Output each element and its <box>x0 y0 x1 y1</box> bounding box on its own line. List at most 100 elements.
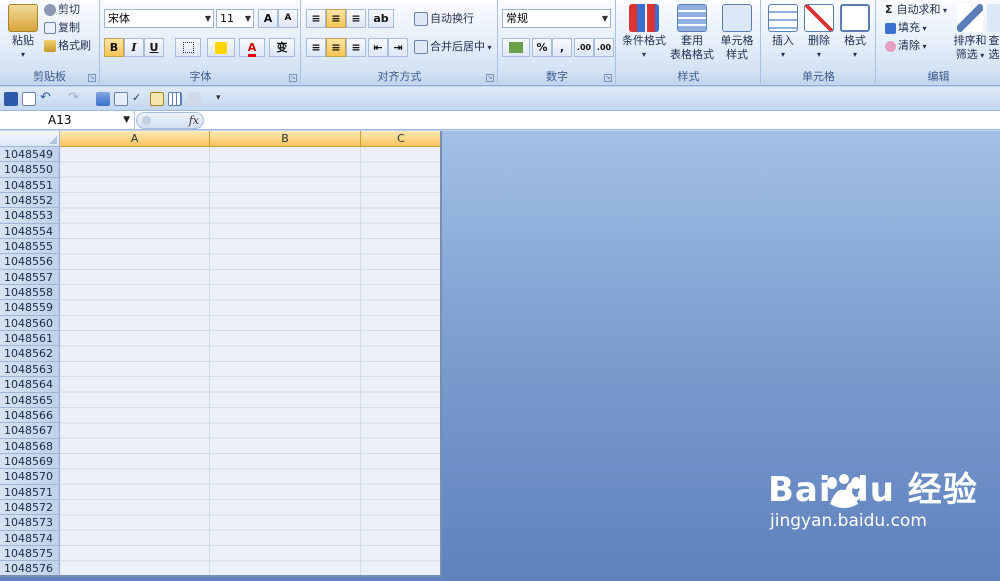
row-header[interactable]: 1048573 <box>0 515 60 531</box>
row-header[interactable]: 1048561 <box>0 331 60 347</box>
shrink-font-button[interactable]: A <box>278 9 298 28</box>
orientation-button[interactable]: ab <box>368 9 394 28</box>
font-size-select[interactable]: 11 ▼ <box>216 9 254 28</box>
row-header[interactable]: 1048575 <box>0 545 60 562</box>
accounting-button[interactable] <box>502 38 530 57</box>
row-header[interactable]: 1048563 <box>0 361 60 378</box>
save-icon[interactable] <box>4 92 18 106</box>
print-icon[interactable] <box>114 92 128 106</box>
clear-button[interactable]: 清除 ▾ <box>885 37 927 55</box>
row-header[interactable]: 1048570 <box>0 469 60 485</box>
align-bottom-button[interactable]: ≡ <box>346 9 366 28</box>
format-as-table-button[interactable]: 套用 表格格式 <box>669 4 715 62</box>
column-header-a[interactable]: A <box>60 131 210 147</box>
clipboard-launcher-icon[interactable]: ↘ <box>88 74 96 82</box>
redo-icon[interactable]: ↷ <box>68 91 86 106</box>
row-header[interactable]: 1048574 <box>0 530 60 546</box>
row-header[interactable]: 1048565 <box>0 392 60 408</box>
cell-styles-button[interactable]: 单元格 样式 <box>715 4 759 62</box>
formula-input[interactable] <box>206 111 1000 130</box>
align-center-button[interactable]: ≡ <box>326 38 346 57</box>
number-format-select[interactable]: 常规 ▼ <box>502 9 611 28</box>
format-cells-button[interactable]: 格式 ▾ <box>838 4 872 62</box>
row-header[interactable]: 1048551 <box>0 177 60 194</box>
font-launcher-icon[interactable]: ↘ <box>289 74 297 82</box>
autosum-button[interactable]: Σ 自动求和 ▾ <box>885 1 947 19</box>
row-header[interactable]: 1048564 <box>0 377 60 393</box>
number-launcher-icon[interactable]: ↘ <box>604 74 612 82</box>
spelling-icon[interactable]: ✓ <box>132 92 146 106</box>
row-header[interactable]: 1048562 <box>0 346 60 362</box>
row-header[interactable]: 1048553 <box>0 208 60 224</box>
bold-button[interactable]: B <box>104 38 124 57</box>
row-header[interactable]: 1048557 <box>0 269 60 286</box>
conditional-format-button[interactable]: 条件格式 ▾ <box>621 4 667 62</box>
cell-grid[interactable] <box>60 147 440 575</box>
comma-button[interactable]: , <box>552 38 572 57</box>
row-header[interactable]: 1048572 <box>0 499 60 516</box>
font-name-select[interactable]: 宋体 ▼ <box>104 9 214 28</box>
cut-button[interactable]: 剪切 <box>44 1 80 19</box>
row-header[interactable]: 1048560 <box>0 315 60 332</box>
merge-center-label: 合并后居中 <box>430 40 485 53</box>
paste-button[interactable]: 粘贴 ▾ <box>6 4 40 62</box>
column-header-b[interactable]: B <box>210 131 361 147</box>
phonetic-button[interactable]: 变 <box>269 38 295 57</box>
select-all-button[interactable] <box>0 131 60 147</box>
tools-icon[interactable] <box>188 92 202 106</box>
percent-button[interactable]: % <box>532 38 552 57</box>
find-select-button[interactable]: 查 选 <box>987 4 1000 62</box>
row-header[interactable]: 1048552 <box>0 193 60 209</box>
align-right-button[interactable]: ≡ <box>346 38 366 57</box>
row-header[interactable]: 1048558 <box>0 285 60 301</box>
grow-font-button[interactable]: A <box>258 9 278 28</box>
print-preview-icon[interactable] <box>96 92 110 106</box>
fill-color-button[interactable] <box>207 38 235 57</box>
format-painter-button[interactable]: 格式刷 <box>44 37 91 55</box>
insert-cells-button[interactable]: 插入 ▾ <box>766 4 800 62</box>
row-header[interactable]: 1048569 <box>0 453 60 470</box>
fill-button[interactable]: 填充 ▾ <box>885 19 927 37</box>
row-header[interactable]: 1048568 <box>0 438 60 454</box>
wrap-text-button[interactable]: 自动换行 <box>414 10 474 28</box>
alignment-launcher-icon[interactable]: ↘ <box>486 74 494 82</box>
clear-label: 清除 <box>898 39 920 52</box>
column-divider <box>209 147 210 575</box>
name-box[interactable]: A13 ▼ <box>0 111 135 130</box>
new-document-icon[interactable] <box>22 92 36 106</box>
name-box-value: A13 <box>48 113 72 127</box>
align-left-button[interactable]: ≡ <box>306 38 326 57</box>
column-header-c[interactable]: C <box>361 131 440 147</box>
row-header[interactable]: 1048556 <box>0 254 60 270</box>
insert-function-icon[interactable]: fx <box>189 113 199 128</box>
expand-icon[interactable] <box>142 116 151 125</box>
grid-icon[interactable] <box>168 92 182 106</box>
row-header[interactable]: 1048576 <box>0 561 60 575</box>
row-header[interactable]: 1048554 <box>0 223 60 240</box>
row-header[interactable]: 1048571 <box>0 484 60 500</box>
font-color-button[interactable]: A <box>239 38 265 57</box>
undo-icon[interactable]: ↶ <box>40 91 58 106</box>
row-header[interactable]: 1048549 <box>0 147 60 163</box>
row-header[interactable]: 1048559 <box>0 300 60 316</box>
merge-center-button[interactable]: 合并后居中 ▾ <box>414 38 492 56</box>
increase-indent-button[interactable]: ⇥ <box>388 38 408 57</box>
align-middle-button[interactable]: ≡ <box>326 9 346 28</box>
borders-button[interactable] <box>175 38 201 57</box>
align-top-button[interactable]: ≡ <box>306 9 326 28</box>
italic-button[interactable]: I <box>124 38 144 57</box>
italic-label: I <box>131 41 137 54</box>
decrease-decimal-button[interactable]: .00 <box>594 38 614 57</box>
row-header[interactable]: 1048550 <box>0 162 60 178</box>
sort-filter-button[interactable]: 排序和 筛选 ▾ <box>953 4 987 63</box>
customize-qat-icon[interactable]: ▾ <box>216 92 226 106</box>
underline-button[interactable]: U <box>144 38 164 57</box>
delete-cells-button[interactable]: 删除 ▾ <box>802 4 836 62</box>
row-header[interactable]: 1048566 <box>0 407 60 424</box>
decrease-indent-button[interactable]: ⇤ <box>368 38 388 57</box>
increase-decimal-button[interactable]: .00 <box>574 38 594 57</box>
search-icon[interactable] <box>150 92 164 106</box>
row-header[interactable]: 1048555 <box>0 239 60 255</box>
row-header[interactable]: 1048567 <box>0 423 60 439</box>
copy-button[interactable]: 复制 <box>44 19 80 37</box>
